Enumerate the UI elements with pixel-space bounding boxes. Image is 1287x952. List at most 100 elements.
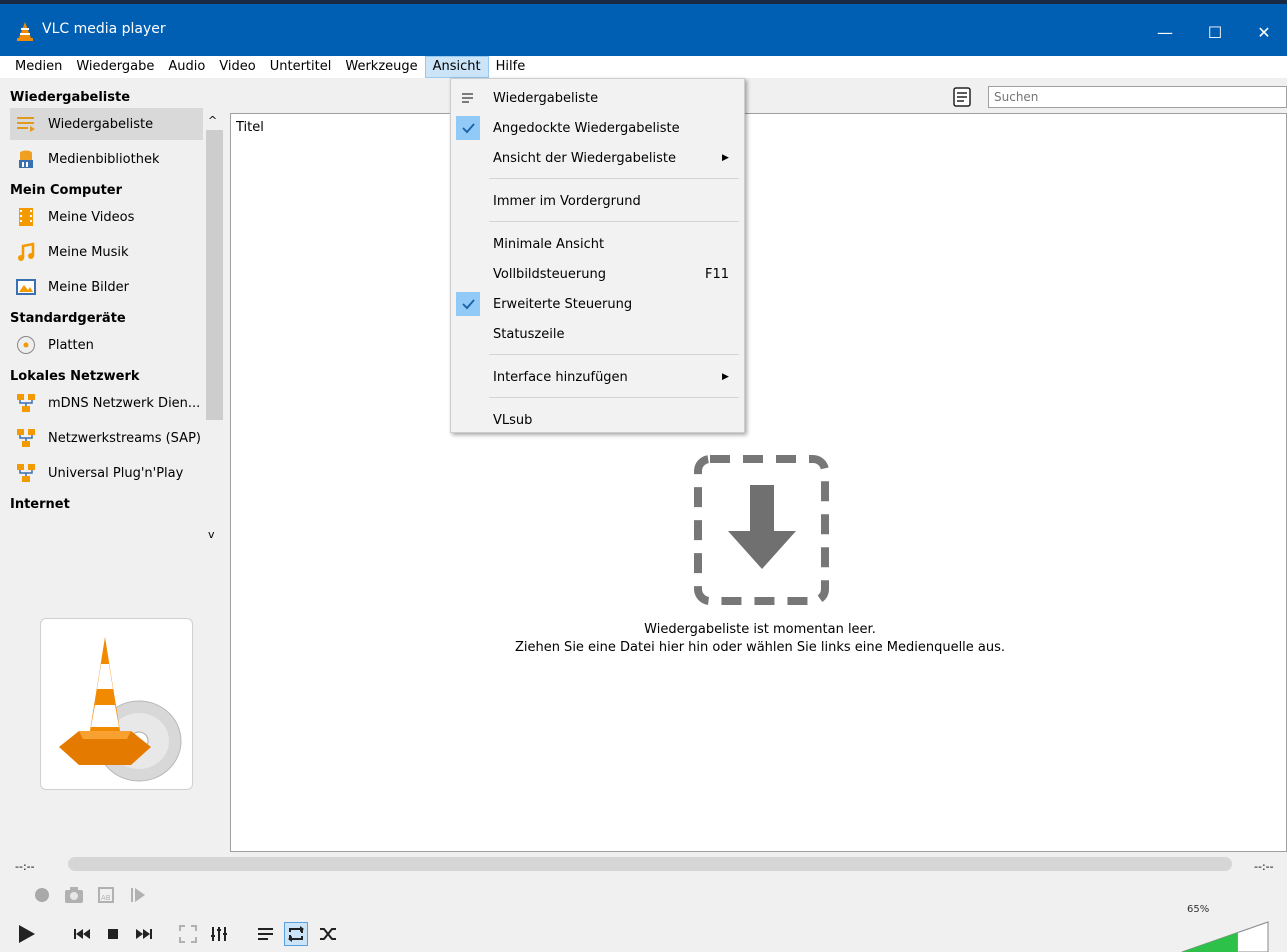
scrollbar-thumb[interactable]	[206, 130, 223, 420]
sidebar-heading: Mein Computer	[10, 183, 123, 198]
music-note-icon	[16, 242, 36, 262]
menu-item[interactable]: Vollbildsteuerung F11	[454, 260, 741, 288]
minimize-button[interactable]: —	[1142, 8, 1188, 56]
vlc-cone-artwork-icon	[59, 637, 182, 782]
sidebar-item[interactable]: Meine Bilder	[10, 271, 203, 303]
network-icon	[16, 428, 36, 448]
menu-item-gutter	[456, 408, 480, 432]
menu-item[interactable]: Minimale Ansicht	[454, 230, 741, 258]
sidebar-item-label: Universal Plug'n'Play	[48, 465, 184, 481]
total-time[interactable]: --:--	[1254, 860, 1274, 873]
sidebar: ^ v Wiedergabeliste Wiedergabeliste Medien…	[0, 78, 230, 850]
next-icon	[136, 929, 152, 939]
menu-item-label: Angedockte Wiedergabeliste	[493, 120, 680, 136]
sidebar-item[interactable]: Meine Musik	[10, 236, 203, 268]
playlist-icon	[258, 928, 273, 940]
scroll-up-icon[interactable]: ^	[208, 114, 217, 127]
sidebar-item[interactable]: Meine Videos	[10, 201, 203, 233]
previous-button[interactable]	[70, 922, 94, 946]
menu-werkzeuge[interactable]: Werkzeuge	[338, 56, 424, 78]
record-button[interactable]	[30, 883, 54, 907]
sidebar-item[interactable]: Wiedergabeliste	[10, 108, 203, 140]
sidebar-item[interactable]: mDNS Netzwerk Dien...	[10, 387, 203, 419]
playlist-view-icon[interactable]	[952, 87, 972, 107]
menu-ansicht[interactable]: Ansicht	[424, 56, 489, 78]
fullscreen-button[interactable]	[176, 922, 200, 946]
menu-item[interactable]: Ansicht der Wiedergabeliste ▶	[454, 144, 741, 172]
menu-audio[interactable]: Audio	[161, 56, 212, 78]
previous-icon	[74, 929, 90, 939]
maximize-button[interactable]: ☐	[1192, 8, 1238, 56]
sidebar-item-label: mDNS Netzwerk Dien...	[48, 395, 201, 411]
next-button[interactable]	[132, 922, 156, 946]
network-icon	[16, 463, 36, 483]
menu-video[interactable]: Video	[212, 56, 262, 78]
shuffle-button[interactable]	[316, 922, 340, 946]
menu-item[interactable]: VLsub	[454, 406, 741, 434]
menu-item[interactable]: Erweiterte Steuerung	[454, 290, 741, 318]
sidebar-item-label: Medienbibliothek	[48, 151, 160, 167]
submenu-arrow-icon: ▶	[722, 153, 729, 163]
menu-item[interactable]: Wiedergabeliste	[454, 84, 741, 112]
menu-untertitel[interactable]: Untertitel	[263, 56, 339, 78]
menu-medien[interactable]: Medien	[8, 56, 69, 78]
menu-item-label: Ansicht der Wiedergabeliste	[493, 150, 676, 166]
sidebar-item[interactable]: Medienbibliothek	[10, 143, 203, 175]
menu-item-label: Statuszeile	[493, 326, 565, 342]
snapshot-button[interactable]	[62, 883, 86, 907]
elapsed-time[interactable]: --:--	[15, 860, 35, 873]
sidebar-item-label: Netzwerkstreams (SAP)	[48, 430, 201, 446]
column-header-title[interactable]: Titel	[236, 120, 264, 135]
sidebar-item[interactable]: Netzwerkstreams (SAP)	[10, 422, 203, 454]
sidebar-heading: Standardgeräte	[10, 311, 126, 326]
search-input[interactable]	[988, 86, 1287, 108]
extended-settings-button[interactable]	[207, 922, 231, 946]
menu-item-gutter	[456, 146, 480, 170]
menu-item-shortcut: F11	[705, 266, 730, 282]
fullscreen-icon	[179, 925, 197, 943]
title-bar: VLC media player — ☐ ✕	[0, 0, 1287, 56]
loop-ab-button[interactable]: AB	[94, 883, 118, 907]
disc-icon	[16, 335, 36, 355]
menu-item[interactable]: Immer im Vordergrund	[454, 187, 741, 215]
play-icon	[19, 925, 35, 943]
vlc-cone-icon	[17, 22, 33, 41]
frame-step-button[interactable]	[126, 883, 150, 907]
sidebar-item[interactable]: Platten	[10, 329, 203, 361]
checkmark-icon	[456, 116, 480, 140]
close-button[interactable]: ✕	[1241, 8, 1287, 56]
menu-item-label: Vollbildsteuerung	[493, 266, 606, 282]
sidebar-heading: Internet	[10, 497, 70, 512]
video-film-icon	[16, 207, 36, 227]
scroll-down-icon[interactable]: v	[208, 528, 215, 541]
picture-icon	[16, 277, 36, 297]
toggle-playlist-button[interactable]	[254, 922, 278, 946]
empty-message-line2: Ziehen Sie eine Datei hier hin oder wähl…	[514, 640, 1006, 655]
menu-item[interactable]: Angedockte Wiedergabeliste	[454, 114, 741, 142]
seek-slider[interactable]	[68, 857, 1232, 871]
view-menu-dropdown: Wiedergabeliste Angedockte Wiedergabelist…	[450, 78, 745, 433]
svg-text:AB: AB	[101, 894, 111, 902]
loop-button[interactable]	[284, 922, 308, 946]
menu-item[interactable]: Interface hinzufügen ▶	[454, 363, 741, 391]
menu-item-label: Interface hinzufügen	[493, 369, 628, 385]
stop-button[interactable]	[101, 922, 125, 946]
menu-item-label: Minimale Ansicht	[493, 236, 605, 252]
play-button[interactable]	[14, 922, 38, 946]
frame-step-icon	[131, 888, 145, 902]
checkmark-icon	[456, 292, 480, 316]
menu-bar: Medien Wiedergabe Audio Video Untertitel Werk…	[0, 56, 1287, 78]
sidebar-scrollbar[interactable]: ^ v	[204, 110, 224, 544]
menu-item[interactable]: Statuszeile	[454, 320, 741, 348]
menu-item-gutter	[456, 262, 480, 286]
sidebar-item[interactable]: Universal Plug'n'Play	[10, 457, 203, 489]
sidebar-heading: Lokales Netzwerk	[10, 369, 140, 384]
menu-hilfe[interactable]: Hilfe	[489, 56, 533, 78]
menu-separator	[489, 221, 739, 222]
volume-slider[interactable]	[1180, 912, 1270, 952]
menu-separator	[489, 354, 739, 355]
album-art-box	[40, 618, 193, 790]
menu-wiedergabe[interactable]: Wiedergabe	[69, 56, 161, 78]
menu-item-gutter	[456, 232, 480, 256]
playlist-icon	[456, 86, 480, 110]
